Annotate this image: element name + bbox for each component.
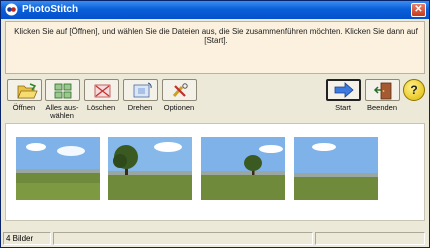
rotate-label: Drehen (127, 103, 153, 112)
help-icon: ? (410, 83, 418, 97)
options-label: Optionen (163, 103, 195, 112)
help-button[interactable]: ? (403, 79, 425, 101)
rotate-page-icon (122, 79, 158, 101)
options-tools-icon (161, 79, 197, 101)
thumbnail-image[interactable] (108, 137, 192, 200)
close-button[interactable]: ✕ (411, 3, 426, 17)
exit-button[interactable]: Beenden (362, 79, 402, 112)
title-bar[interactable]: PhotoStitch ✕ (1, 1, 429, 19)
rotate-button[interactable]: Drehen (120, 79, 160, 112)
photostitch-app-icon (5, 3, 18, 16)
select-all-button[interactable]: Alles aus- wählen (42, 79, 82, 120)
toolbar: Öffnen Alles aus- wählen Löschen Drehen … (1, 77, 429, 121)
start-button[interactable]: Start (323, 79, 363, 112)
close-icon: ✕ (414, 4, 423, 15)
open-button[interactable]: Öffnen (4, 79, 44, 112)
thumbnail-image[interactable] (201, 137, 285, 200)
open-label: Öffnen (12, 103, 36, 112)
thumbnail-image[interactable] (294, 137, 378, 200)
instructions-text: Klicken Sie auf [Öffnen], und wählen Sie… (14, 27, 418, 45)
image-count-status: 4 Bilder (3, 232, 51, 245)
status-bar: 4 Bilder (1, 231, 429, 247)
options-button[interactable]: Optionen (159, 79, 199, 112)
delete-label: Löschen (86, 103, 116, 112)
thumbnail-image[interactable] (16, 137, 100, 200)
exit-door-icon (364, 79, 400, 101)
window-title: PhotoStitch (22, 4, 79, 15)
folder-open-icon (6, 79, 42, 101)
delete-envelope-icon (83, 79, 119, 101)
start-label: Start (335, 103, 351, 112)
image-thumbnail-area[interactable] (5, 123, 425, 221)
photostitch-window: PhotoStitch ✕ Klicken Sie auf [Öffnen], … (0, 0, 430, 248)
instructions-panel: Klicken Sie auf [Öffnen], und wählen Sie… (5, 21, 425, 74)
exit-label: Beenden (366, 103, 398, 112)
select-all-label: Alles aus- wählen (45, 103, 79, 120)
arrow-right-icon (325, 79, 361, 101)
status-panel-middle (53, 232, 313, 245)
delete-button[interactable]: Löschen (81, 79, 121, 112)
status-panel-right (315, 232, 425, 245)
select-all-grid-icon (44, 79, 80, 101)
